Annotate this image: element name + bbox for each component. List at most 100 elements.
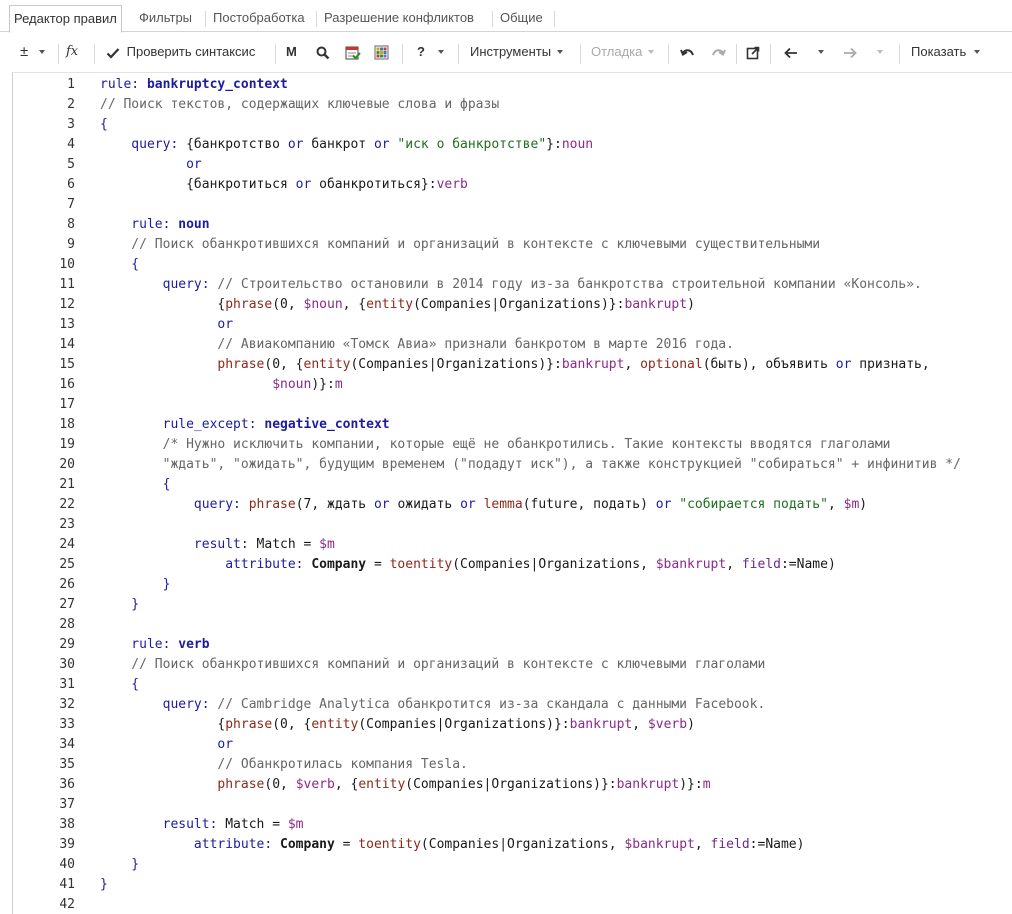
toolbar-divider bbox=[402, 44, 403, 64]
tab-postprocessing[interactable]: Постобработка bbox=[209, 5, 309, 32]
code-line[interactable]: 36 phrase(0, $verb, {entity(Companies|Or… bbox=[13, 775, 1012, 795]
code-line[interactable]: 5 or bbox=[13, 155, 1012, 175]
code-line[interactable]: 22 query: phrase(7, ждать or ожидать or … bbox=[13, 495, 1012, 515]
line-number: 20 bbox=[59, 457, 75, 472]
show-dropdown[interactable]: Показать bbox=[911, 40, 981, 64]
toolbar-divider bbox=[58, 44, 59, 64]
line-number: 4 bbox=[67, 137, 75, 152]
line-number: 5 bbox=[67, 157, 75, 172]
tab-conflict-resolution[interactable]: Разрешение конфликтов bbox=[320, 5, 478, 32]
back-history-dropdown[interactable] bbox=[816, 40, 824, 64]
check-syntax-button[interactable]: Проверить синтаксис bbox=[106, 40, 255, 64]
line-number: 9 bbox=[67, 237, 75, 252]
forward-history-dropdown[interactable] bbox=[875, 40, 883, 64]
code-line[interactable]: 29 rule: verb bbox=[13, 635, 1012, 655]
external-link-icon bbox=[746, 46, 760, 59]
line-number: 16 bbox=[59, 377, 75, 392]
code-line[interactable]: 40 } bbox=[13, 855, 1012, 875]
tab-divider bbox=[492, 11, 493, 27]
code-text: {банкротиться or обанкротиться}:verb bbox=[100, 177, 468, 192]
code-line[interactable]: 10 { bbox=[13, 255, 1012, 275]
toolbar-divider bbox=[770, 44, 771, 64]
line-number: 10 bbox=[59, 257, 75, 272]
grid-button[interactable] bbox=[374, 40, 389, 64]
code-line[interactable]: 3{ bbox=[13, 115, 1012, 135]
code-line[interactable]: 33 {phrase(0, {entity(Companies|Organiza… bbox=[13, 715, 1012, 735]
code-text: {phrase(0, $noun, {entity(Companies|Orga… bbox=[100, 297, 695, 312]
code-text: attribute: Company = toentity(Companies|… bbox=[100, 557, 836, 572]
code-text: phrase(0, {entity(Companies|Organization… bbox=[217, 357, 930, 372]
code-line[interactable]: 35 // Обанкротилась компания Tesla. bbox=[13, 755, 1012, 775]
code-line[interactable]: 16 $noun)}:m bbox=[13, 375, 1012, 395]
debug-dropdown[interactable]: Отладка bbox=[591, 40, 655, 64]
tab-divider bbox=[316, 11, 317, 27]
line-number: 33 bbox=[59, 717, 75, 732]
dictionary-button[interactable] bbox=[345, 40, 361, 64]
check-syntax-label: Проверить синтаксис bbox=[126, 44, 256, 59]
code-line[interactable]: 7 bbox=[13, 195, 1012, 215]
code-text: // Поиск текстов, содержащих ключевые сл… bbox=[100, 97, 500, 112]
code-line[interactable]: 42 bbox=[13, 895, 1012, 914]
code-line[interactable]: 13 or bbox=[13, 315, 1012, 335]
code-line[interactable]: 21 { bbox=[13, 475, 1012, 495]
code-line[interactable]: 28 bbox=[13, 615, 1012, 635]
code-line[interactable]: 11 query: // Строительство остановили в … bbox=[13, 275, 1012, 295]
line-number: 18 bbox=[59, 417, 75, 432]
search-icon bbox=[316, 46, 330, 59]
tab-general[interactable]: Общие bbox=[496, 5, 547, 32]
code-line[interactable]: 8 rule: noun bbox=[13, 215, 1012, 235]
line-number: 30 bbox=[59, 657, 75, 672]
search-button[interactable] bbox=[316, 40, 330, 64]
code-line[interactable]: 15 phrase(0, {entity(Companies|Organizat… bbox=[13, 355, 1012, 375]
code-line[interactable]: 31 { bbox=[13, 675, 1012, 695]
function-icon: fx bbox=[66, 44, 79, 59]
code-line[interactable]: 24 result: Match = $m bbox=[13, 535, 1012, 555]
insert-operator-dropdown[interactable]: ± bbox=[20, 40, 46, 64]
code-line[interactable]: 26 } bbox=[13, 575, 1012, 595]
code-line[interactable]: 6 {банкротиться or обанкротиться}:verb bbox=[13, 175, 1012, 195]
line-number: 35 bbox=[59, 757, 75, 772]
undo-button[interactable] bbox=[680, 40, 696, 64]
code-text: "ждать", "ожидать", будущим временем ("п… bbox=[100, 457, 961, 472]
code-line[interactable]: 32 query: // Cambridge Analytica обанкро… bbox=[13, 695, 1012, 715]
code-text: phrase(0, $verb, {entity(Companies|Organ… bbox=[217, 777, 711, 792]
tab-filters[interactable]: Фильтры bbox=[135, 5, 196, 32]
code-line[interactable]: 14 // Авиакомпанию «Томск Авиа» признали… bbox=[13, 335, 1012, 355]
line-number: 17 bbox=[59, 397, 75, 412]
code-line[interactable]: 1 rule: bankruptcy_context bbox=[13, 75, 1012, 95]
tools-dropdown[interactable]: Инструменты bbox=[470, 40, 564, 64]
code-line[interactable]: 27 } bbox=[13, 595, 1012, 615]
code-editor[interactable]: 1 rule: bankruptcy_context 2 // Поиск текст… bbox=[12, 72, 1012, 914]
code-line[interactable]: 38 result: Match = $m bbox=[13, 815, 1012, 835]
code-line[interactable]: 19 /* Нужно исключить компании, которые … bbox=[13, 435, 1012, 455]
code-line[interactable]: 39 attribute: Company = toentity(Compani… bbox=[13, 835, 1012, 855]
code-line[interactable]: 23 bbox=[13, 515, 1012, 535]
code-line[interactable]: 20 "ждать", "ожидать", будущим временем … bbox=[13, 455, 1012, 475]
morphology-button[interactable]: M bbox=[286, 40, 297, 64]
code-text: } bbox=[100, 577, 171, 592]
code-text: query: // Строительство остановили в 201… bbox=[100, 277, 922, 292]
redo-button[interactable] bbox=[710, 40, 726, 64]
code-line[interactable]: 30 // Поиск обанкротившихся компаний и о… bbox=[13, 655, 1012, 675]
tab-rule-editor[interactable]: Редактор правил bbox=[9, 5, 122, 33]
line-number: 31 bbox=[59, 677, 75, 692]
code-text: } bbox=[100, 597, 140, 612]
code-line[interactable]: 9 // Поиск обанкротившихся компаний и ор… bbox=[13, 235, 1012, 255]
code-line[interactable]: 25 attribute: Company = toentity(Compani… bbox=[13, 555, 1012, 575]
toolbar-divider bbox=[94, 44, 95, 64]
code-line[interactable]: 18 rule_except: negative_context bbox=[13, 415, 1012, 435]
forward-button[interactable] bbox=[843, 40, 857, 64]
code-text: /* Нужно исключить компании, которые ещё… bbox=[100, 437, 891, 452]
code-line[interactable]: 41} bbox=[13, 875, 1012, 895]
back-button[interactable] bbox=[784, 40, 798, 64]
code-line[interactable]: 34 or bbox=[13, 735, 1012, 755]
help-icon: ? bbox=[417, 44, 425, 59]
function-button[interactable]: fx bbox=[66, 40, 78, 64]
code-line[interactable]: 12 {phrase(0, $noun, {entity(Companies|O… bbox=[13, 295, 1012, 315]
code-line[interactable]: 2 // Поиск текстов, содержащих ключевые с… bbox=[13, 95, 1012, 115]
open-external-button[interactable] bbox=[746, 40, 760, 64]
code-line[interactable]: 37 bbox=[13, 795, 1012, 815]
code-line[interactable]: 4 query: {банкротство or банкрот or "иск… bbox=[13, 135, 1012, 155]
code-line[interactable]: 17 bbox=[13, 395, 1012, 415]
help-dropdown[interactable]: ? bbox=[417, 40, 444, 64]
